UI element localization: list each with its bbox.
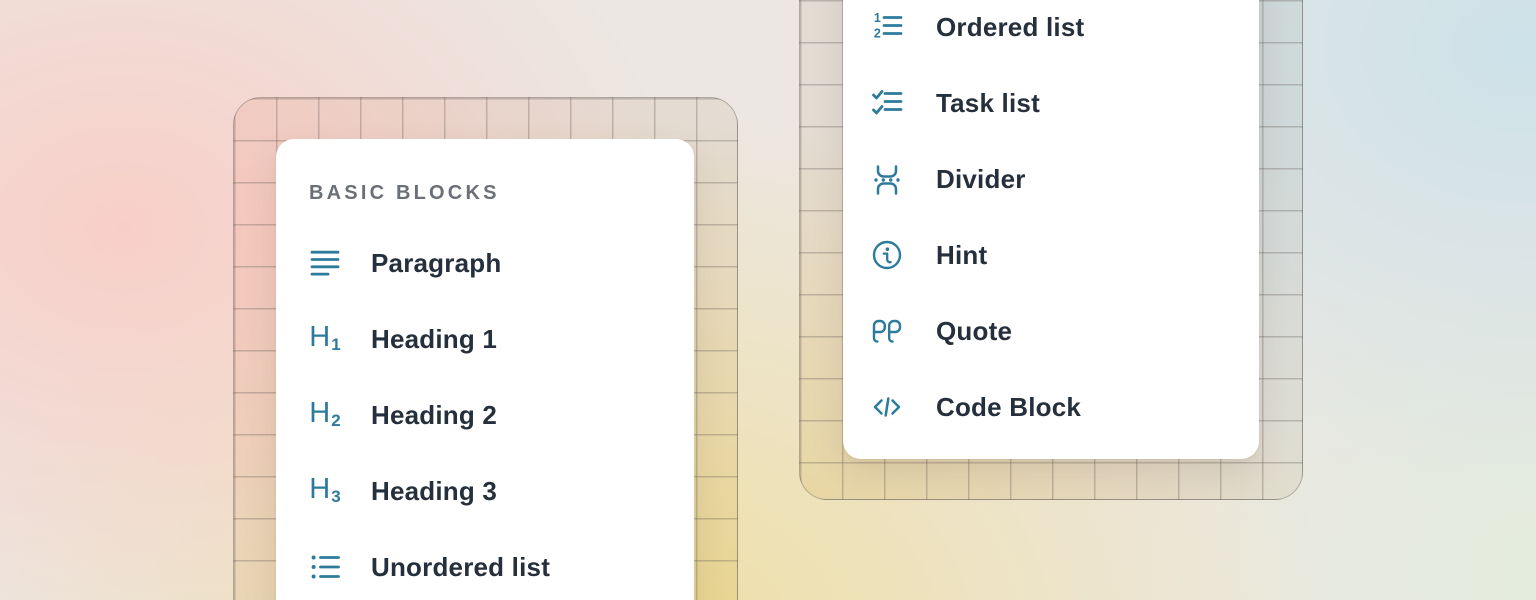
heading-1-icon: H1	[309, 323, 341, 355]
menu-item-code-block[interactable]: Code Block	[843, 369, 1259, 445]
menu-item-label: Divider	[936, 164, 1026, 195]
menu-item-unordered-list[interactable]: Unordered list	[276, 529, 694, 600]
paragraph-icon	[309, 247, 341, 279]
hint-icon	[871, 239, 903, 271]
basic-blocks-menu: BASIC BLOCKS Paragraph H1 Heading 1 H2	[276, 139, 694, 600]
menu-item-quote[interactable]: Quote	[843, 293, 1259, 369]
menu-item-label: Quote	[936, 316, 1012, 347]
svg-text:1: 1	[874, 11, 881, 25]
menu-item-label: Heading 1	[371, 324, 497, 355]
menu-item-label: Ordered list	[936, 12, 1084, 43]
menu-item-label: Heading 3	[371, 476, 497, 507]
menu-item-task-list[interactable]: Task list	[843, 65, 1259, 141]
task-list-icon	[871, 87, 903, 119]
menu-item-heading-3[interactable]: H3 Heading 3	[276, 453, 694, 529]
menu-item-heading-1[interactable]: H1 Heading 1	[276, 301, 694, 377]
block-menu-illustration: BASIC BLOCKS Paragraph H1 Heading 1 H2	[0, 0, 1536, 600]
section-label: BASIC BLOCKS	[309, 181, 694, 205]
heading-2-icon: H2	[309, 399, 341, 431]
unordered-list-icon	[309, 551, 341, 583]
menu-item-ordered-list[interactable]: 1 2 Ordered list	[843, 0, 1259, 65]
menu-item-label: Code Block	[936, 392, 1081, 423]
menu-item-label: Unordered list	[371, 552, 550, 583]
advanced-blocks-menu: 1 2 Ordered list Task list	[843, 0, 1259, 459]
ordered-list-icon: 1 2	[871, 11, 903, 43]
svg-text:2: 2	[874, 27, 881, 41]
menu-item-hint[interactable]: Hint	[843, 217, 1259, 293]
menu-item-divider[interactable]: Divider	[843, 141, 1259, 217]
menu-item-label: Hint	[936, 240, 987, 271]
heading-3-icon: H3	[309, 475, 341, 507]
code-block-icon	[871, 391, 903, 423]
divider-icon	[871, 163, 903, 195]
quote-icon	[871, 315, 903, 347]
menu-item-label: Task list	[936, 88, 1040, 119]
menu-item-paragraph[interactable]: Paragraph	[276, 225, 694, 301]
menu-item-label: Paragraph	[371, 248, 501, 279]
menu-item-heading-2[interactable]: H2 Heading 2	[276, 377, 694, 453]
menu-item-label: Heading 2	[371, 400, 497, 431]
